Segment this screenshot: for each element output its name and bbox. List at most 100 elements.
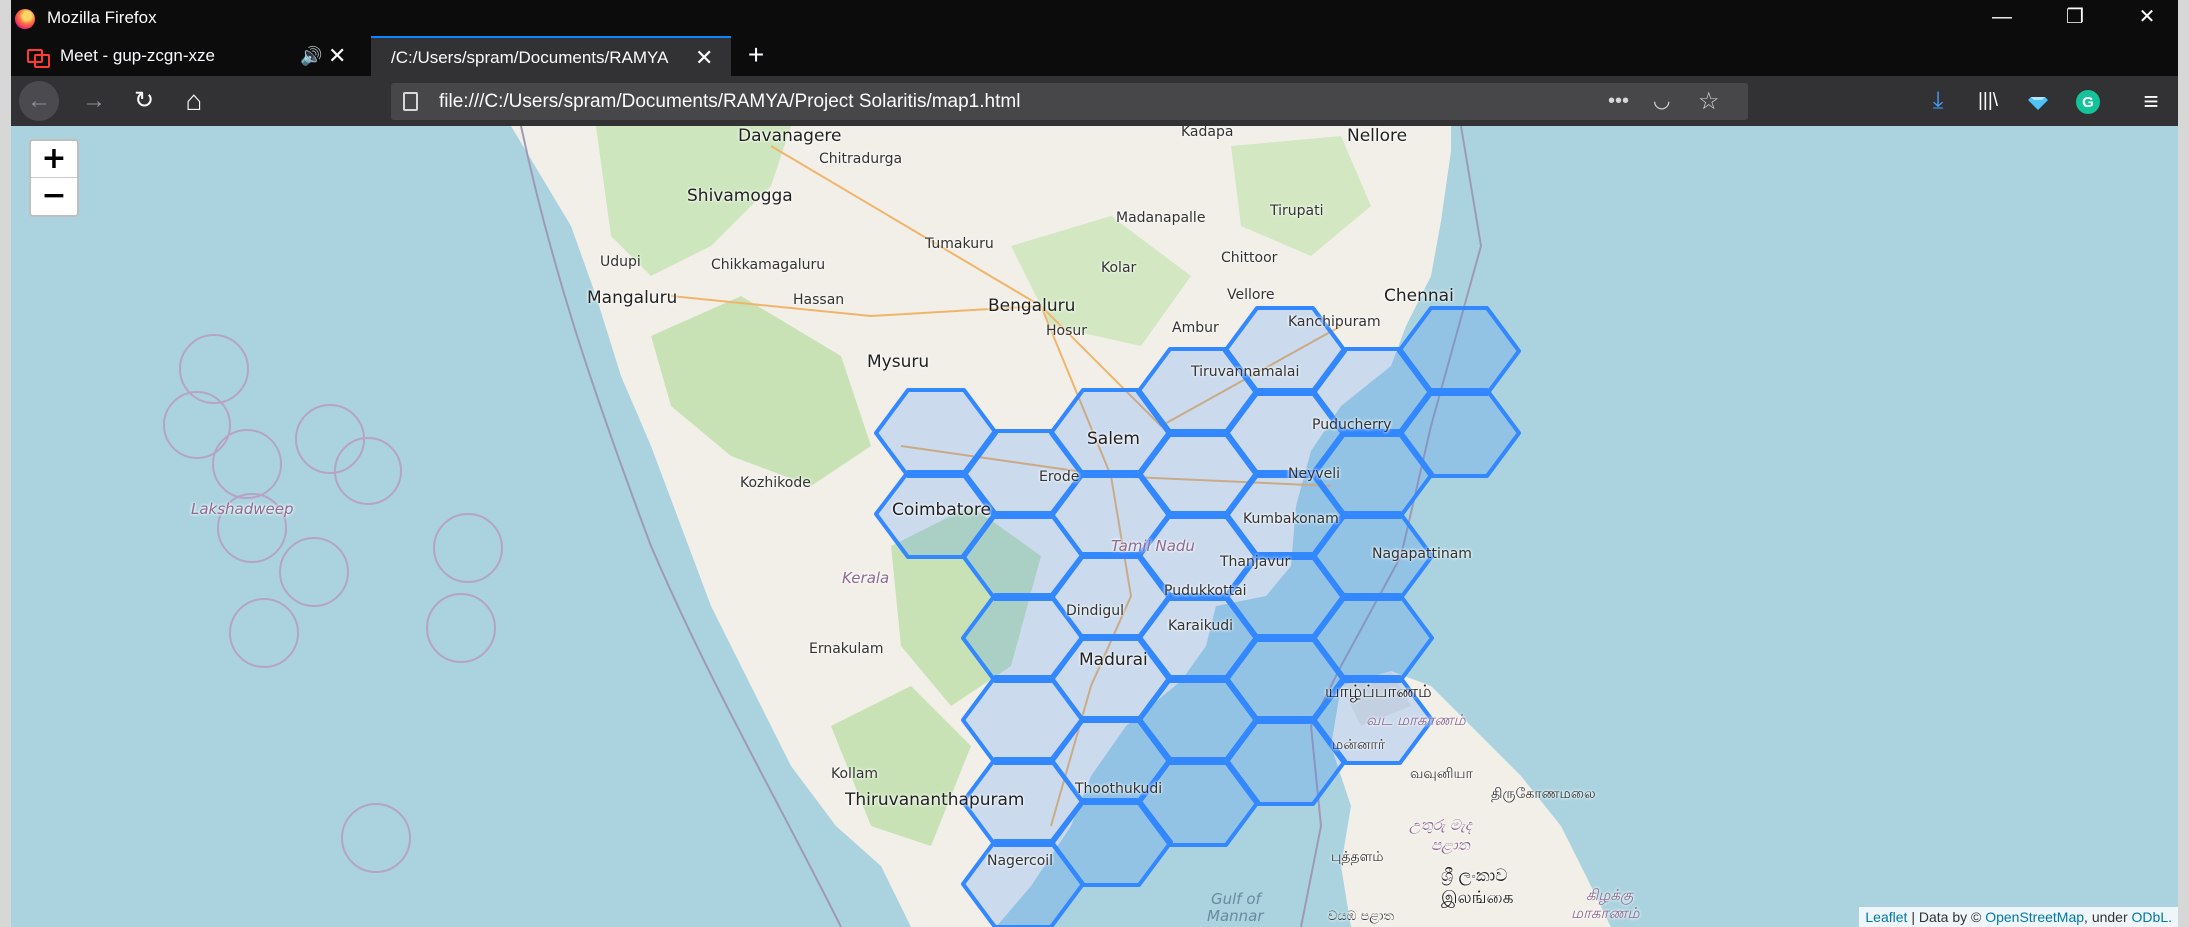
grammarly-icon[interactable]: G: [2071, 85, 2105, 119]
menu-button[interactable]: ≡: [2134, 85, 2168, 119]
map-label: Erode: [1039, 469, 1080, 485]
tab-map1[interactable]: /C:/Users/spram/Documents/RAMYA ✕: [371, 36, 731, 76]
map-label: Kerala: [842, 569, 890, 587]
tab-label: /C:/Users/spram/Documents/RAMYA: [391, 48, 669, 67]
map-label: இலங்கை: [1441, 888, 1514, 908]
map-label: Tirupati: [1270, 203, 1324, 219]
map-label: Salem: [1087, 429, 1140, 449]
downloads-icon[interactable]: ⤓: [1921, 85, 1955, 119]
map-label: மன்னார்: [1332, 737, 1386, 753]
map-label: Mysuru: [867, 352, 930, 372]
map-label: Mangaluru: [587, 288, 678, 308]
map-label: ශ්‍රී ලංකාව: [1441, 866, 1508, 886]
map-label: Kanchipuram: [1288, 314, 1381, 330]
map-label: Madurai: [1079, 650, 1148, 670]
url-text[interactable]: file:///C:/Users/spram/Documents/RAMYA/P…: [439, 83, 1020, 120]
map-label: Ernakulam: [809, 641, 884, 657]
zoom-out-button[interactable]: −: [31, 178, 77, 215]
map-label: Tamil Nadu: [1111, 537, 1195, 555]
map-label: Kollam: [831, 766, 879, 782]
address-bar[interactable]: file:///C:/Users/spram/Documents/RAMYA/P…: [391, 83, 1748, 120]
tab-meet[interactable]: Meet - gup-zcgn-xze 🔊 ✕: [11, 36, 371, 76]
map-tiles: [163, 126, 1611, 927]
map-label: Gulf of: [1211, 890, 1261, 908]
map-label: පළාත: [1431, 836, 1470, 854]
map-label: Pudukkottai: [1164, 583, 1247, 599]
map-label: උතුරු මැද: [1409, 816, 1472, 834]
tab-close-button[interactable]: ✕: [695, 38, 713, 78]
map-label: Karaikudi: [1168, 618, 1234, 634]
page-icon: [403, 92, 418, 111]
forward-button[interactable]: →: [77, 85, 111, 119]
map-label: Vellore: [1227, 287, 1275, 303]
map-label: Chikkamagaluru: [711, 257, 826, 273]
zoom-control: + −: [29, 139, 79, 217]
map-label: வட மாகாணம்: [1366, 711, 1466, 729]
odbl-link[interactable]: ODbL.: [2132, 909, 2172, 925]
meet-favicon-icon: [27, 49, 50, 68]
navigation-toolbar: ← → ↻ ⌂ file:///C:/Users/spram/Documents…: [11, 76, 2178, 126]
map-label: மாகாணம்: [1571, 904, 1640, 922]
map-label: Madanapalle: [1116, 210, 1206, 226]
map-label: Puducherry: [1312, 417, 1392, 433]
map-label: யாழ்ப்பாணம்: [1325, 682, 1432, 702]
page-actions-button[interactable]: •••: [1608, 83, 1629, 120]
window-title: Mozilla Firefox: [47, 8, 157, 27]
attribution-text: , under: [2084, 909, 2132, 925]
svg-text:G: G: [2082, 94, 2094, 111]
firefox-logo-icon: [15, 9, 35, 29]
minimize-button[interactable]: —: [1974, 0, 2030, 36]
map-label: Nagercoil: [987, 853, 1054, 869]
bookmark-star-icon[interactable]: ☆: [1698, 83, 1720, 120]
map-label: Davanagere: [738, 126, 842, 146]
map-attribution: Leaflet | Data by © OpenStreetMap, under…: [1859, 907, 2178, 927]
map-label: புத்தளம்: [1331, 849, 1384, 865]
map-label: Kolar: [1101, 260, 1137, 276]
close-window-button[interactable]: ✕: [2119, 0, 2175, 36]
map-label: Coimbatore: [892, 500, 991, 520]
tab-close-button[interactable]: ✕: [328, 36, 346, 76]
map-label: Bengaluru: [988, 296, 1076, 316]
map-label: Chennai: [1384, 286, 1454, 306]
map-label: Neyveli: [1288, 466, 1341, 482]
map-label: Thoothukudi: [1075, 781, 1163, 797]
attribution-text: | Data by ©: [1907, 909, 1986, 925]
pocket-icon[interactable]: ◡: [1653, 83, 1670, 120]
leaflet-map[interactable]: Davanagere Chitradurga Kadapa Nellore Sh…: [11, 126, 2178, 927]
extension-gem-icon[interactable]: [2021, 85, 2055, 119]
new-tab-button[interactable]: +: [736, 36, 776, 76]
map-label: Udupi: [600, 254, 641, 270]
back-button[interactable]: ←: [19, 81, 59, 121]
map-label: Kumbakonam: [1243, 511, 1339, 527]
tab-audio-icon[interactable]: 🔊: [300, 36, 322, 76]
map-label: Chitradurga: [819, 151, 903, 167]
map-label: வவுனியா: [1410, 766, 1473, 782]
osm-link[interactable]: OpenStreetMap: [1985, 909, 2084, 925]
zoom-in-button[interactable]: +: [31, 141, 77, 178]
map-label: Lakshadweep: [191, 500, 294, 518]
title-bar: Mozilla Firefox — ❐ ✕: [11, 0, 2178, 36]
map-label: Mannar: [1207, 907, 1264, 925]
map-label: Thanjavur: [1220, 554, 1291, 570]
map-label: திருகோணமலை: [1491, 786, 1596, 802]
map-label: වයඹ පළාත: [1328, 909, 1395, 924]
map-label: கிழக்கு: [1586, 886, 1634, 904]
map-label: Ambur: [1172, 320, 1219, 336]
map-label: Chittoor: [1221, 250, 1278, 266]
map-label: Kadapa: [1181, 126, 1234, 140]
map-label: Nagapattinam: [1372, 546, 1472, 562]
map-label: Tumakuru: [925, 236, 994, 252]
map-label: Tiruvannamalai: [1191, 364, 1300, 380]
map-label: Thiruvananthapuram: [845, 790, 1025, 810]
home-button[interactable]: ⌂: [177, 85, 211, 119]
map-label: Kozhikode: [740, 475, 811, 491]
map-label: Dindigul: [1066, 603, 1124, 619]
map-label: Hassan: [793, 292, 845, 308]
restore-button[interactable]: ❐: [2047, 0, 2103, 36]
map-label: Shivamogga: [687, 186, 793, 206]
tab-strip: Meet - gup-zcgn-xze 🔊 ✕ /C:/Users/spram/…: [11, 36, 2178, 76]
reload-button[interactable]: ↻: [127, 85, 161, 119]
map-label: Nellore: [1347, 126, 1408, 146]
library-icon[interactable]: |||\: [1971, 85, 2005, 119]
leaflet-link[interactable]: Leaflet: [1865, 909, 1907, 925]
